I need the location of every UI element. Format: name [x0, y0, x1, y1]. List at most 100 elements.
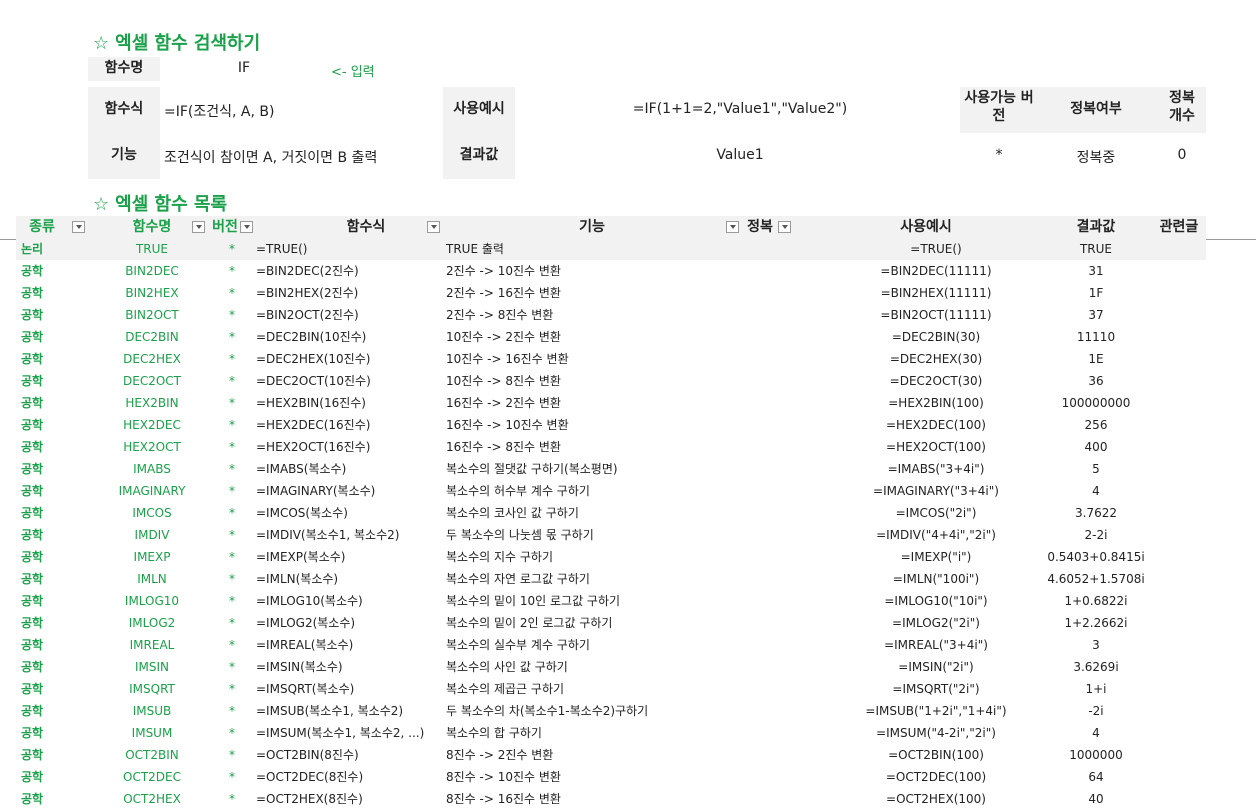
table-row[interactable]: 공학 IMSUM * =IMSUM(복소수1, 복소수2, ...) 복소수의 합 구하…: [16, 722, 1206, 744]
category-cell: 공학: [20, 440, 44, 454]
syntax-cell: =IMABS(복소수): [256, 462, 347, 476]
example-cell: =IMLN("100i"): [892, 572, 980, 586]
table-row[interactable]: 공학 BIN2HEX * =BIN2HEX(2진수) 2진수 -> 16진수 변환 =BI…: [16, 282, 1206, 304]
result-cell: TRUE: [1079, 242, 1113, 256]
function-name-cell: DEC2BIN: [125, 330, 179, 344]
function-name-cell: OCT2DEC: [123, 770, 181, 784]
result-cell: 1E: [1088, 352, 1104, 366]
example-cell: =BIN2OCT(11111): [880, 308, 992, 322]
category-cell: 공학: [20, 330, 44, 344]
header-result: 결과값: [1076, 219, 1116, 235]
table-row[interactable]: 공학 DEC2HEX * =DEC2HEX(10진수) 10진수 -> 16진수 변환 =…: [16, 348, 1206, 370]
description-cell: 두 복소수의 차(복소수1-복소수2)구하기: [446, 704, 649, 718]
syntax-label: 함수식: [104, 101, 144, 117]
version-cell: *: [229, 572, 235, 586]
example-cell: =DEC2BIN(30): [891, 330, 981, 344]
function-name-cell: DEC2HEX: [123, 352, 181, 366]
table-row[interactable]: 공학 IMSIN * =IMSIN(복소수) 복소수의 사인 값 구하기 =IMSIN("…: [16, 656, 1206, 678]
syntax-cell: =IMSQRT(복소수): [256, 682, 355, 696]
table-row[interactable]: 공학 OCT2BIN * =OCT2BIN(8진수) 8진수 -> 2진수 변환 =OCT…: [16, 744, 1206, 766]
filter-dropdown-name-icon[interactable]: [192, 221, 205, 233]
table-row[interactable]: 공학 DEC2BIN * =DEC2BIN(10진수) 10진수 -> 2진수 변환 =D…: [16, 326, 1206, 348]
table-row[interactable]: 공학 BIN2DEC * =BIN2DEC(2진수) 2진수 -> 10진수 변환 =BI…: [16, 260, 1206, 282]
category-cell: 공학: [20, 726, 44, 740]
table-row[interactable]: 공학 HEX2BIN * =HEX2BIN(16진수) 16진수 -> 2진수 변환 =H…: [16, 392, 1206, 414]
description-cell: 8진수 -> 2진수 변환: [446, 748, 554, 762]
table-row[interactable]: 공학 IMLOG2 * =IMLOG2(복소수) 복소수의 밑이 2인 로그값 구하기 =…: [16, 612, 1206, 634]
table-row[interactable]: 공학 IMREAL * =IMREAL(복소수) 복소수의 실수부 계수 구하기 =IMR…: [16, 634, 1206, 656]
table-row[interactable]: 공학 IMABS * =IMABS(복소수) 복소수의 절댓값 구하기(복소평면) =IM…: [16, 458, 1206, 480]
description-cell: 2진수 -> 16진수 변환: [446, 286, 561, 300]
func-value: 조건식이 참이면 A, 거짓이면 B 출력: [164, 150, 378, 166]
result-cell: 100000000: [1061, 396, 1131, 410]
table-row[interactable]: 공학 IMCOS * =IMCOS(복소수) 복소수의 코사인 값 구하기 =IMCOS(…: [16, 502, 1206, 524]
table-row[interactable]: 공학 OCT2DEC * =OCT2DEC(8진수) 8진수 -> 10진수 변환 =OC…: [16, 766, 1206, 788]
table-row[interactable]: 공학 IMSQRT * =IMSQRT(복소수) 복소수의 제곱근 구하기 =IMSQRT…: [16, 678, 1206, 700]
syntax-cell: =IMREAL(복소수): [256, 638, 354, 652]
example-cell: =BIN2DEC(11111): [880, 264, 992, 278]
table-row[interactable]: 공학 HEX2DEC * =HEX2DEC(16진수) 16진수 -> 10진수 변환 =…: [16, 414, 1206, 436]
version-cell: *: [229, 748, 235, 762]
table-row[interactable]: 공학 IMSUB * =IMSUB(복소수1, 복소수2) 두 복소수의 차(복소수1-…: [16, 700, 1206, 722]
version-cell: *: [229, 682, 235, 696]
table-row[interactable]: 공학 BIN2OCT * =BIN2OCT(2진수) 2진수 -> 8진수 변환 =BIN…: [16, 304, 1206, 326]
result-cell: 31: [1088, 264, 1104, 278]
function-name-cell: IMSUM: [131, 726, 173, 740]
list-title-text: 엑셀 함수 목록: [115, 194, 228, 215]
function-name-cell: HEX2DEC: [123, 418, 181, 432]
table-row[interactable]: 공학 IMAGINARY * =IMAGINARY(복소수) 복소수의 허수부 계수 구…: [16, 480, 1206, 502]
version-cell: *: [229, 770, 235, 784]
example-cell: =IMLOG2("2i"): [892, 616, 980, 630]
category-cell: 공학: [20, 682, 44, 696]
table-row[interactable]: 공학 IMLOG10 * =IMLOG10(복소수) 복소수의 밑이 10인 로그값 구…: [16, 590, 1206, 612]
description-cell: 10진수 -> 2진수 변환: [446, 330, 561, 344]
function-name-input[interactable]: IF: [200, 60, 288, 76]
filter-dropdown-version-icon[interactable]: [240, 221, 253, 233]
table-header: 종류 함수명 버전 함수식 기능 정복 사용예시 결과값 관련글: [16, 216, 1206, 239]
syntax-cell: =IMLOG10(복소수): [256, 594, 363, 608]
version-cell: *: [229, 528, 235, 542]
version-cell: *: [229, 462, 235, 476]
syntax-cell: =OCT2DEC(8진수): [256, 770, 364, 784]
table-row[interactable]: 공학 IMLN * =IMLN(복소수) 복소수의 자연 로그값 구하기 =IMLN("1…: [16, 568, 1206, 590]
filter-dropdown-syntax-icon[interactable]: [427, 221, 440, 233]
header-desc: 기능: [579, 219, 605, 235]
description-cell: 16진수 -> 8진수 변환: [446, 440, 561, 454]
function-name-cell: IMAGINARY: [118, 484, 186, 498]
function-name-cell: IMDIV: [134, 528, 170, 542]
category-cell: 논리: [20, 242, 44, 256]
result-label: 결과값: [459, 147, 499, 163]
filter-dropdown-desc-icon[interactable]: [726, 221, 739, 233]
example-cell: =HEX2DEC(100): [886, 418, 986, 432]
syntax-cell: =BIN2DEC(2진수): [256, 264, 359, 278]
category-cell: 공학: [20, 352, 44, 366]
category-cell: 공학: [20, 594, 44, 608]
category-cell: 공학: [20, 572, 44, 586]
description-cell: 복소수의 밑이 10인 로그값 구하기: [446, 594, 621, 608]
filter-dropdown-category-icon[interactable]: [72, 221, 85, 233]
syntax-cell: =IMCOS(복소수): [256, 506, 348, 520]
result-cell: 2-2i: [1084, 528, 1108, 542]
function-name-cell: OCT2BIN: [125, 748, 179, 762]
description-cell: 16진수 -> 2진수 변환: [446, 396, 561, 410]
category-cell: 공학: [20, 308, 44, 322]
result-cell: 0.5403+0.8415i: [1047, 550, 1145, 564]
category-cell: 공학: [20, 396, 44, 410]
version-cell: *: [229, 704, 235, 718]
category-cell: 공학: [20, 264, 44, 278]
example-cell: =BIN2HEX(11111): [880, 286, 992, 300]
function-name-cell: IMSQRT: [129, 682, 175, 696]
table-row[interactable]: 공학 IMDIV * =IMDIV(복소수1, 복소수2) 두 복소수의 나눗셈 몫 구…: [16, 524, 1206, 546]
version-cell: *: [229, 484, 235, 498]
description-cell: 16진수 -> 10진수 변환: [446, 418, 569, 432]
version-cell: *: [229, 440, 235, 454]
list-section-title: ☆ 엑셀 함수 목록: [93, 190, 227, 216]
table-row[interactable]: 공학 IMEXP * =IMEXP(복소수) 복소수의 지수 구하기 =IMEXP("i"…: [16, 546, 1206, 568]
syntax-cell: =OCT2BIN(8진수): [256, 748, 359, 762]
example-cell: =IMDIV("4+4i","2i"): [876, 528, 996, 542]
table-row[interactable]: 공학 HEX2OCT * =HEX2OCT(16진수) 16진수 -> 8진수 변환 =H…: [16, 436, 1206, 458]
table-row[interactable]: 논리 TRUE * =TRUE() TRUE 출력 =TRUE() TRUE: [16, 238, 1206, 260]
table-row[interactable]: 공학 DEC2OCT * =DEC2OCT(10진수) 10진수 -> 8진수 변환 =D…: [16, 370, 1206, 392]
filter-dropdown-conquer-icon[interactable]: [778, 221, 791, 233]
version-cell: *: [229, 264, 235, 278]
